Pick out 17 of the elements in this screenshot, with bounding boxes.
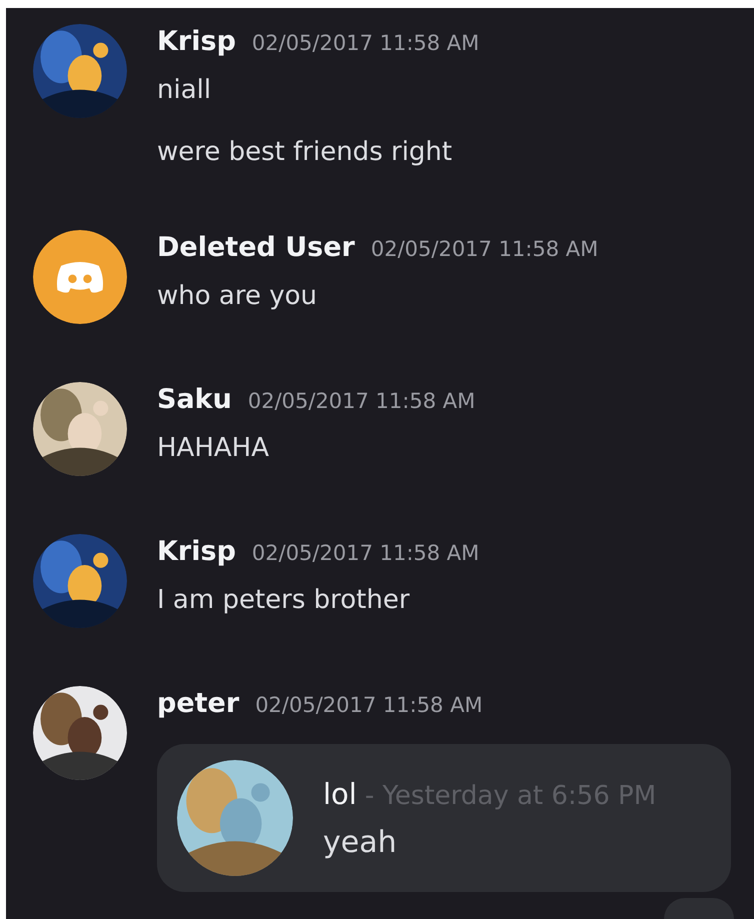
timestamp: 02/05/2017 11:58 AM xyxy=(252,31,480,55)
author-name[interactable]: lol xyxy=(323,776,357,810)
author-name[interactable]: Krisp xyxy=(157,536,236,567)
author-name[interactable]: Krisp xyxy=(157,26,236,57)
message-text: I am peters brother xyxy=(157,584,411,617)
timestamp: 02/05/2017 11:58 AM xyxy=(248,389,476,413)
message-text: were best friends right xyxy=(157,136,454,169)
timestamp: 02/05/2017 11:58 AM xyxy=(252,541,480,565)
message-text: niall xyxy=(157,74,212,107)
message-text: HAHAHA xyxy=(157,432,270,465)
author-name[interactable]: peter xyxy=(157,688,240,719)
author-name[interactable]: Saku xyxy=(157,384,232,415)
timestamp: 02/05/2017 11:58 AM xyxy=(255,693,483,717)
timestamp: 02/05/2017 11:58 AM xyxy=(370,237,598,261)
message-text: who are you xyxy=(157,280,318,313)
message-text: yeah xyxy=(323,824,398,860)
author-name[interactable]: Deleted User xyxy=(157,232,355,263)
